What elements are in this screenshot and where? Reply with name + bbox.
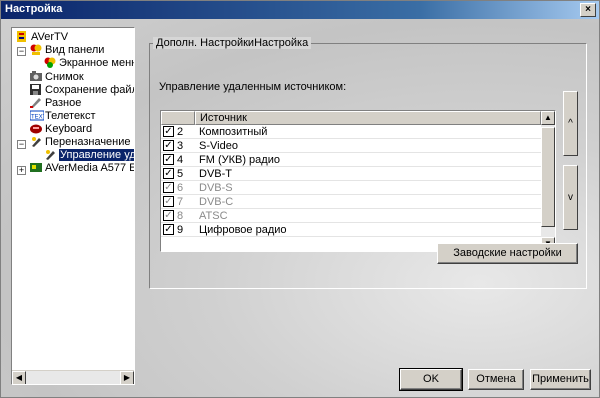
tree-item-save-files[interactable]: Сохранение файлов — [30, 84, 134, 97]
osd-menu-icon — [44, 57, 56, 68]
list-item[interactable]: ✓ 3 S-Video — [161, 139, 541, 153]
apply-button[interactable]: Применить — [530, 369, 591, 390]
source-list[interactable]: Источник ✓ 2 Композитный ✓ 3 S-Video ✓ 4… — [160, 110, 556, 252]
keyboard-icon — [30, 123, 42, 134]
group-title: Дополн. НастройкиНастройка — [153, 37, 312, 49]
remote-source-label: Управление удаленным источником: — [159, 81, 347, 93]
checkbox: ✓ — [163, 196, 174, 207]
avertv-icon — [16, 31, 28, 42]
list-item: ✓ 8 ATSC — [161, 209, 541, 223]
move-up-button[interactable]: ^ — [563, 91, 578, 156]
remote-control-icon — [44, 149, 56, 160]
checkbox: ✓ — [163, 210, 174, 221]
scroll-thumb[interactable] — [541, 127, 555, 227]
tree-item-teletext[interactable]: TEXTТелетекст — [29, 110, 96, 123]
checkbox[interactable]: ✓ — [163, 140, 174, 151]
checkbox: ✓ — [163, 182, 174, 193]
tree-item-panel-view[interactable]: Вид панели — [30, 44, 104, 57]
list-item[interactable]: ✓ 5 DVB-T — [161, 167, 541, 181]
misc-icon — [30, 97, 42, 108]
list-item[interactable]: ✓ 4 FM (УКВ) радио — [161, 153, 541, 167]
tree-collapse-icon[interactable]: − — [17, 140, 26, 149]
tree-item-remote-control[interactable]: Управление удал — [44, 149, 134, 162]
tree-item-avertv[interactable]: AVerTV — [16, 31, 68, 44]
checkbox[interactable]: ✓ — [163, 154, 174, 165]
settings-window: Настройка × AVerTV − Вид панели Экранное… — [0, 0, 600, 398]
list-header: Источник — [161, 111, 541, 125]
tree-expand-icon[interactable]: + — [17, 166, 26, 175]
scroll-right-icon[interactable]: ▶ — [120, 371, 134, 384]
svg-text:TEXT: TEXT — [31, 115, 44, 121]
tree-item-device[interactable]: AVerMedia A577 Expr — [30, 162, 134, 175]
column-header-source[interactable]: Источник — [195, 111, 541, 125]
panel-view-icon — [30, 44, 42, 55]
list-item: ✓ 7 DVB-C — [161, 195, 541, 209]
list-item[interactable]: ✓ 9 Цифровое радио — [161, 223, 541, 237]
tree-item-misc[interactable]: Разное — [30, 97, 81, 110]
factory-defaults-button[interactable]: Заводские настройки — [437, 243, 578, 264]
tree-item-keyboard[interactable]: Keyboard — [30, 123, 92, 136]
list-item: ✓ 6 DVB-S — [161, 181, 541, 195]
tree-item-remote-remap[interactable]: Переназначение пул — [30, 136, 134, 149]
remote-remap-icon — [30, 136, 42, 147]
list-item[interactable]: ✓ 2 Композитный — [161, 125, 541, 139]
tree-collapse-icon[interactable]: − — [17, 47, 26, 56]
device-card-icon — [30, 162, 42, 173]
column-header-check[interactable] — [161, 111, 195, 125]
checkbox[interactable]: ✓ — [163, 224, 174, 235]
dialog-body: AVerTV − Вид панели Экранное меню Снимок… — [1, 19, 599, 397]
teletext-icon: TEXT — [29, 110, 47, 121]
window-title: Настройка — [5, 3, 63, 15]
scroll-left-icon[interactable]: ◀ — [12, 371, 26, 384]
tree-horizontal-scrollbar[interactable]: ◀ ▶ — [12, 370, 134, 384]
settings-tree[interactable]: AVerTV − Вид панели Экранное меню Снимок… — [11, 27, 135, 385]
move-down-button[interactable]: v — [563, 165, 578, 230]
ok-button[interactable]: OK — [399, 368, 463, 391]
save-disk-icon — [30, 84, 42, 95]
checkbox[interactable]: ✓ — [163, 168, 174, 179]
cancel-button[interactable]: Отмена — [468, 369, 524, 390]
list-vertical-scrollbar[interactable]: ▲ ▼ — [541, 111, 555, 251]
tree-item-osd-menu[interactable]: Экранное меню — [44, 57, 134, 70]
checkbox[interactable]: ✓ — [163, 126, 174, 137]
tree-item-snapshot[interactable]: Снимок — [30, 71, 84, 84]
close-button[interactable]: × — [580, 3, 596, 17]
title-bar[interactable]: Настройка × — [1, 1, 599, 19]
scroll-up-icon[interactable]: ▲ — [541, 111, 555, 125]
camera-icon — [30, 71, 42, 82]
